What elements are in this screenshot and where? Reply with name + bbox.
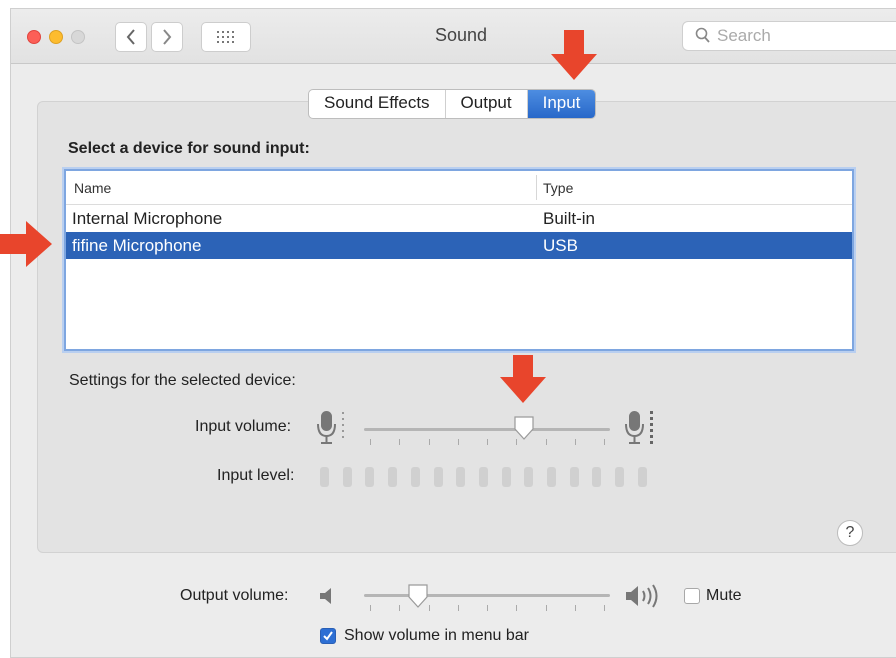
arrow-right-icon	[0, 221, 52, 267]
level-segment	[410, 467, 420, 487]
device-name: Internal Microphone	[72, 209, 223, 228]
level-segment	[592, 467, 602, 487]
zoom-window-button[interactable]	[71, 30, 85, 44]
device-name: fifine Microphone	[72, 236, 202, 255]
minimize-window-button[interactable]	[49, 30, 63, 44]
help-button[interactable]: ?	[837, 520, 863, 546]
arrow-down-icon	[500, 355, 546, 403]
output-volume-slider-thumb[interactable]	[407, 583, 429, 609]
level-segment	[342, 467, 352, 487]
input-device-table[interactable]: Name Type Internal Microphone Built-in f…	[64, 169, 854, 351]
mute-checkbox[interactable]	[684, 588, 700, 604]
slider-tick	[457, 439, 459, 445]
column-header-name[interactable]: Name	[74, 180, 111, 196]
level-segment	[433, 467, 443, 487]
slider-tick	[604, 605, 605, 611]
search-input[interactable]	[715, 25, 896, 47]
arrow-down-icon	[551, 30, 597, 80]
input-volume-slider-thumb[interactable]	[513, 415, 535, 441]
search-icon	[695, 27, 710, 43]
slider-tick	[516, 605, 518, 611]
mute-label: Mute	[706, 587, 742, 604]
column-divider	[536, 175, 537, 200]
table-row-selected[interactable]: fifine Microphone USB	[66, 232, 852, 259]
level-segment	[569, 467, 579, 487]
table-header: Name Type	[66, 171, 852, 205]
output-volume-label: Output volume:	[180, 587, 289, 604]
level-segment	[524, 467, 534, 487]
show-all-button[interactable]	[201, 22, 251, 52]
level-segment	[615, 467, 625, 487]
back-button[interactable]	[115, 22, 147, 52]
speaker-low-icon	[320, 588, 331, 604]
device-type: Built-in	[543, 209, 595, 228]
slider-tick	[487, 605, 488, 611]
show-volume-checkbox[interactable]	[320, 628, 336, 644]
input-level-label: Input level:	[217, 467, 295, 484]
search-field[interactable]	[682, 21, 896, 51]
tab-bar: Sound Effects Output Input	[308, 89, 597, 119]
level-segment	[547, 467, 556, 487]
slider-tick	[604, 439, 605, 445]
level-segment	[388, 467, 398, 487]
microphone-high-icon	[625, 411, 653, 444]
slider-tick	[370, 605, 371, 611]
output-volume-slider[interactable]	[364, 594, 610, 597]
table-row[interactable]: Internal Microphone Built-in	[66, 205, 852, 232]
slider-tick	[399, 605, 401, 611]
forward-button[interactable]	[151, 22, 183, 52]
chevron-left-icon	[126, 29, 135, 45]
level-segment	[320, 467, 329, 487]
level-segment	[365, 467, 375, 487]
slider-tick	[574, 605, 576, 611]
slider-tick	[487, 439, 488, 445]
sound-preferences-window: Sound Sound Effects Output Input Select …	[10, 8, 896, 658]
slider-tick	[574, 439, 576, 445]
grid-icon	[217, 31, 234, 43]
slider-tick	[370, 439, 371, 445]
column-header-type[interactable]: Type	[543, 180, 573, 196]
level-segment	[478, 467, 488, 487]
level-segment	[456, 467, 466, 487]
chevron-right-icon	[163, 29, 172, 45]
speaker-high-icon	[626, 584, 658, 608]
level-segment	[637, 467, 647, 487]
microphone-low-icon	[317, 411, 344, 444]
input-volume-slider[interactable]	[364, 428, 610, 431]
slider-tick	[545, 605, 547, 611]
tab-output[interactable]: Output	[446, 90, 528, 118]
device-list-heading: Select a device for sound input:	[68, 140, 310, 157]
checkmark-icon	[323, 631, 333, 641]
tab-input[interactable]: Input	[527, 90, 596, 118]
input-volume-label: Input volume:	[195, 418, 292, 435]
tab-sound-effects[interactable]: Sound Effects	[309, 90, 446, 118]
show-volume-label: Show volume in menu bar	[344, 627, 529, 644]
device-settings-label: Settings for the selected device:	[69, 372, 296, 389]
slider-tick	[545, 439, 547, 445]
slider-tick	[428, 439, 430, 445]
slider-tick	[399, 439, 401, 445]
title-bar: Sound	[11, 9, 896, 64]
level-segment	[501, 467, 511, 487]
slider-tick	[457, 605, 459, 611]
device-type: USB	[543, 236, 578, 255]
close-window-button[interactable]	[27, 30, 41, 44]
